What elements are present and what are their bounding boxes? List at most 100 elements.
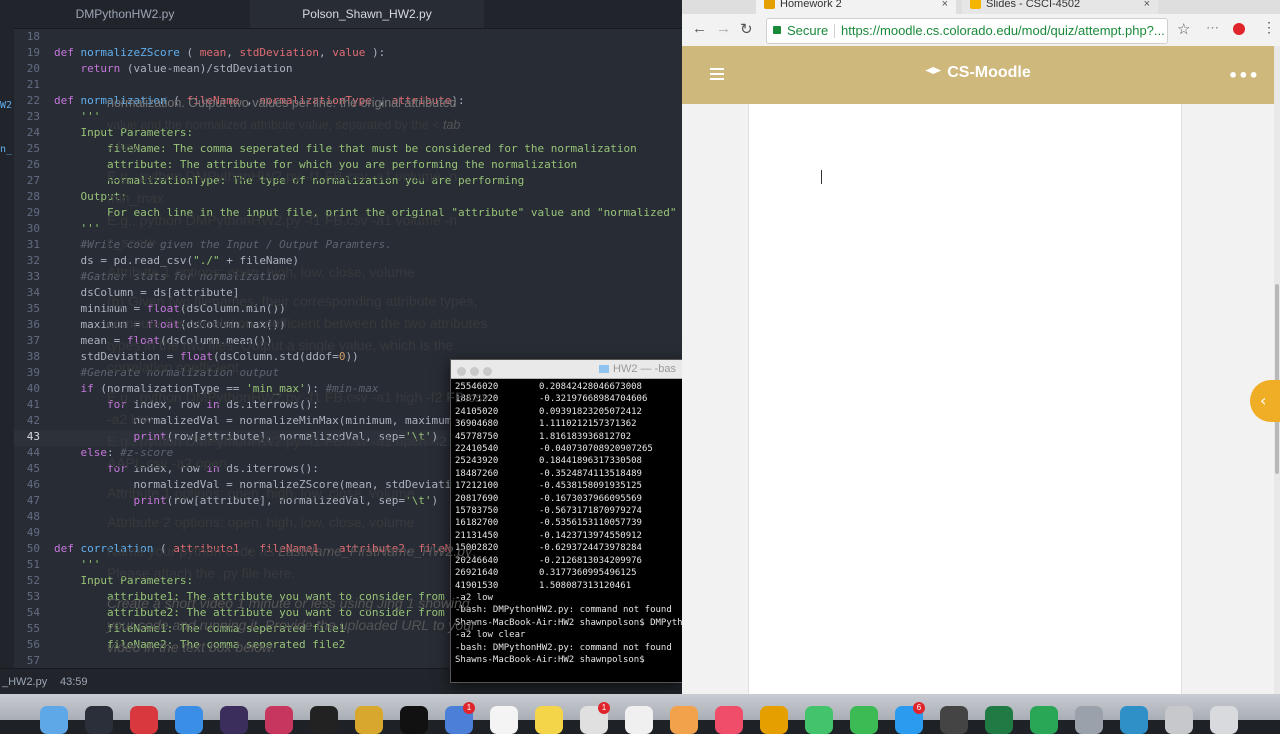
code-text: ''' (80, 558, 101, 571)
part-b-description: (b) Given two filenames, their correspon… (107, 293, 488, 375)
normalized-value: -0.3524874113518489 (539, 468, 642, 479)
terminal-icon[interactable] (400, 706, 428, 734)
music-icon[interactable] (715, 706, 743, 734)
line-number: 33 (26, 270, 40, 283)
app-white-icon[interactable] (625, 706, 653, 734)
launchpad-icon[interactable] (85, 706, 113, 734)
app-blue-icon[interactable]: 1 (445, 702, 475, 734)
tree-view-fragment[interactable]: W2 (0, 100, 12, 111)
calendar-icon[interactable] (490, 706, 518, 734)
line-number: 54 (26, 606, 40, 619)
attribute-options: Attribute 2 options: open, high, low, cl… (107, 514, 415, 530)
line-number: 20 (26, 62, 40, 75)
address-bar[interactable]: Secure https://moodle.cs.colorado.edu/mo… (766, 18, 1168, 44)
finder-icon[interactable] (40, 706, 68, 734)
status-cursor-position[interactable]: 43:59 (60, 669, 88, 694)
code-text: ''' (54, 222, 101, 235)
slides-favicon-icon (970, 0, 981, 9)
notes-icon[interactable] (535, 706, 563, 734)
code-line[interactable]: 20 return (value-mean)/stdDeviation (14, 62, 682, 78)
excel-icon[interactable] (985, 706, 1013, 734)
tab-polson-shawn-hw2[interactable]: Polson_Shawn_HW2.py (250, 0, 484, 28)
appstore-icon[interactable]: 6 (895, 702, 925, 734)
bookmark-star-icon[interactable]: ☆ (1177, 20, 1190, 38)
app-green-icon[interactable] (1030, 706, 1058, 734)
downloads-icon[interactable] (1165, 706, 1193, 734)
facetime-icon[interactable] (850, 706, 878, 734)
trash-icon[interactable] (1210, 706, 1238, 734)
naming-instruction: Name your python code as LastName_FirstN… (107, 543, 476, 581)
status-file-name[interactable]: _HW2.py (2, 669, 47, 694)
tree-view-fragment[interactable]: n_ (0, 144, 12, 155)
browser-tab-homework[interactable]: Homework 2 × (756, 0, 956, 14)
site-brand[interactable]: CS-Moodle (682, 64, 1274, 82)
tree-view-edge: W2 n_ (0, 28, 14, 668)
messages-icon[interactable] (805, 706, 833, 734)
safari-icon[interactable] (175, 706, 203, 734)
line-number: 53 (26, 590, 40, 603)
app-gray-icon[interactable] (940, 706, 968, 734)
prefs-icon[interactable] (1075, 706, 1103, 734)
normalized-value: -0.040730708920907265 (539, 444, 653, 455)
text-cursor-icon (821, 170, 822, 184)
cutoff-text: normalization. Output two values per lin… (107, 96, 457, 110)
instruction-paragraph: value and the normalized attribute value… (107, 118, 461, 154)
back-arrow-icon[interactable]: ← (692, 20, 707, 37)
browser-window: Homework 2 × Slides - CSCI-4502 × ← → ↻ … (682, 0, 1280, 694)
line-number: 39 (26, 366, 40, 379)
example-line: E.g., python DMPythonHW2.py -f1 FB.csv -… (107, 212, 458, 250)
normalized-value: -0.5673171870979274 (539, 506, 642, 517)
normalized-value: 0.3177360995496125 (539, 568, 637, 579)
app-pink-icon[interactable] (265, 706, 293, 734)
photos-icon[interactable] (670, 706, 698, 734)
notification-badge: 6 (913, 702, 925, 714)
url-text[interactable]: https://moodle.cs.colorado.edu/mod/quiz/… (841, 19, 1165, 43)
chrome-icon[interactable] (760, 706, 788, 734)
example-line: E.g., python DMPythonHW2.py -f1 FB.csv -… (107, 433, 448, 471)
graduation-cap-icon (925, 67, 942, 74)
line-number: 31 (26, 238, 40, 251)
forward-arrow-icon[interactable]: → (716, 20, 731, 37)
mail-icon[interactable]: 1 (580, 702, 610, 734)
attribute-options: Attribute 1 options: open, high, low, cl… (107, 485, 415, 501)
page-scrollbar[interactable] (1274, 46, 1280, 694)
normalized-value: -0.32197668984704606 (539, 394, 648, 405)
app-gold-icon[interactable] (355, 706, 383, 734)
browser-menu-icon[interactable]: ⋮ (1262, 19, 1276, 36)
close-tab-icon[interactable]: × (942, 0, 948, 14)
app-red-icon[interactable] (130, 706, 158, 734)
page-content (682, 104, 1274, 694)
line-number: 47 (26, 494, 40, 507)
line-number: 28 (26, 190, 40, 203)
terminal-title: HW2 — -bas (599, 360, 676, 378)
normalized-value: 1.1110212157371362 (539, 419, 637, 430)
notification-badge: 1 (598, 702, 610, 714)
normalized-value: 1.508087313120461 (539, 580, 632, 591)
notification-badge: 1 (463, 702, 475, 714)
app-teal-icon[interactable] (1120, 706, 1148, 734)
line-number: 23 (26, 110, 40, 123)
header-more-icon[interactable]: ••• (1228, 66, 1259, 85)
scrollbar-thumb[interactable] (1275, 284, 1279, 474)
extension-icon[interactable]: ⋯ (1206, 20, 1219, 36)
close-tab-icon[interactable]: × (1144, 0, 1150, 14)
line-number: 22 (26, 94, 40, 107)
reload-icon[interactable]: ↻ (740, 20, 753, 38)
browser-tab-slides[interactable]: Slides - CSCI-4502 × (962, 0, 1158, 14)
line-number: 45 (26, 462, 40, 475)
tab-dmpythonhw2[interactable]: DMPythonHW2.py (0, 0, 250, 28)
attribute-options: Attribute 1 options: open, high, low, cl… (107, 264, 415, 280)
app-dark-icon[interactable] (220, 706, 248, 734)
code-text: return (value-mean)/stdDeviation (80, 62, 293, 75)
line-number: 34 (26, 286, 40, 299)
line-number: 18 (26, 30, 40, 43)
opera-extension-icon[interactable] (1233, 23, 1245, 35)
example-line: E.g., python DMPythonHW2.py -f1 FB.csv -… (107, 389, 490, 427)
app-dark2-icon[interactable] (310, 706, 338, 734)
code-line[interactable]: 18 (14, 30, 682, 46)
editor-tab-bar: DMPythonHW2.py Polson_Shawn_HW2.py (0, 0, 682, 29)
normalized-value: 0.09391823205072412 (539, 406, 642, 417)
secure-label: Secure (787, 23, 829, 38)
normalized-value: -0.4538158091935125 (539, 481, 642, 492)
code-line[interactable]: 19 def normalizeZScore ( mean, stdDeviati… (14, 46, 682, 62)
